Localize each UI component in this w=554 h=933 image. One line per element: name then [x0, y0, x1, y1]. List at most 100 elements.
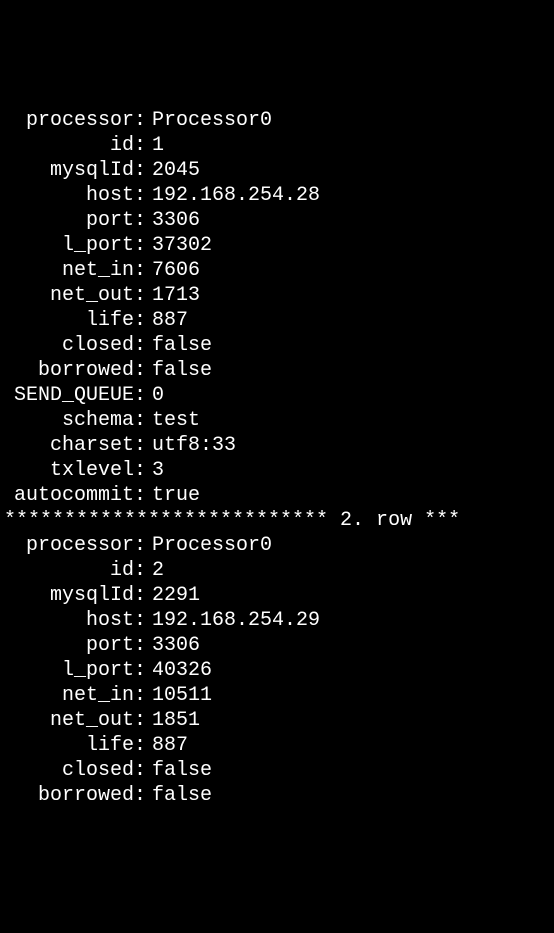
field-value: false	[146, 358, 212, 383]
field-value: 3	[146, 458, 164, 483]
field-value: false	[146, 783, 212, 808]
field-line: host:192.168.254.29	[4, 608, 554, 633]
field-value: true	[146, 483, 200, 508]
field-line: schema:test	[4, 408, 554, 433]
field-label: processor	[4, 533, 134, 558]
field-value: 1851	[146, 708, 200, 733]
field-label: net_in	[4, 683, 134, 708]
field-value: false	[146, 758, 212, 783]
field-label: schema	[4, 408, 134, 433]
colon-separator: :	[134, 608, 146, 633]
field-label: mysqlId	[4, 583, 134, 608]
field-value: 1	[146, 133, 164, 158]
field-label: host	[4, 608, 134, 633]
field-line: life:887	[4, 733, 554, 758]
field-value: 192.168.254.28	[146, 183, 320, 208]
field-value: 7606	[146, 258, 200, 283]
colon-separator: :	[134, 208, 146, 233]
field-line: closed:false	[4, 758, 554, 783]
field-value: utf8:33	[146, 433, 236, 458]
field-line: host:192.168.254.28	[4, 183, 554, 208]
colon-separator: :	[134, 733, 146, 758]
field-line: mysqlId:2045	[4, 158, 554, 183]
colon-separator: :	[134, 408, 146, 433]
field-label: port	[4, 208, 134, 233]
field-line: life:887	[4, 308, 554, 333]
field-label: net_out	[4, 708, 134, 733]
field-line: processor:Processor0	[4, 533, 554, 558]
colon-separator: :	[134, 583, 146, 608]
field-value: false	[146, 333, 212, 358]
field-value: 40326	[146, 658, 212, 683]
field-label: id	[4, 558, 134, 583]
field-label: host	[4, 183, 134, 208]
field-value: test	[146, 408, 200, 433]
field-label: autocommit	[4, 483, 134, 508]
field-label: life	[4, 733, 134, 758]
colon-separator: :	[134, 283, 146, 308]
colon-separator: :	[134, 708, 146, 733]
row-separator: *************************** 2. row ***	[4, 508, 554, 533]
colon-separator: :	[134, 533, 146, 558]
field-line: l_port:37302	[4, 233, 554, 258]
field-label: processor	[4, 108, 134, 133]
colon-separator: :	[134, 758, 146, 783]
field-label: l_port	[4, 233, 134, 258]
colon-separator: :	[134, 433, 146, 458]
colon-separator: :	[134, 333, 146, 358]
field-line: charset:utf8:33	[4, 433, 554, 458]
field-line: net_in:10511	[4, 683, 554, 708]
colon-separator: :	[134, 233, 146, 258]
field-line: net_out:1713	[4, 283, 554, 308]
field-value: Processor0	[146, 533, 272, 558]
colon-separator: :	[134, 183, 146, 208]
field-line: borrowed:false	[4, 783, 554, 808]
field-value: 37302	[146, 233, 212, 258]
colon-separator: :	[134, 308, 146, 333]
colon-separator: :	[134, 658, 146, 683]
field-line: port:3306	[4, 208, 554, 233]
colon-separator: :	[134, 558, 146, 583]
field-value: Processor0	[146, 108, 272, 133]
field-label: closed	[4, 333, 134, 358]
field-value: 2045	[146, 158, 200, 183]
colon-separator: :	[134, 483, 146, 508]
field-label: SEND_QUEUE	[4, 383, 134, 408]
field-value: 3306	[146, 208, 200, 233]
field-label: id	[4, 133, 134, 158]
field-label: borrowed	[4, 783, 134, 808]
field-label: mysqlId	[4, 158, 134, 183]
colon-separator: :	[134, 683, 146, 708]
colon-separator: :	[134, 258, 146, 283]
field-value: 2	[146, 558, 164, 583]
colon-separator: :	[134, 158, 146, 183]
terminal-output: processor:Processor0id:1mysqlId:2045host…	[4, 108, 554, 808]
colon-separator: :	[134, 458, 146, 483]
field-value: 10511	[146, 683, 212, 708]
field-label: txlevel	[4, 458, 134, 483]
colon-separator: :	[134, 783, 146, 808]
field-line: port:3306	[4, 633, 554, 658]
field-value: 0	[146, 383, 164, 408]
field-label: net_in	[4, 258, 134, 283]
field-line: SEND_QUEUE:0	[4, 383, 554, 408]
field-line: net_in:7606	[4, 258, 554, 283]
field-value: 3306	[146, 633, 200, 658]
field-label: closed	[4, 758, 134, 783]
field-line: l_port:40326	[4, 658, 554, 683]
field-value: 887	[146, 308, 188, 333]
field-line: processor:Processor0	[4, 108, 554, 133]
colon-separator: :	[134, 383, 146, 408]
field-line: net_out:1851	[4, 708, 554, 733]
field-label: life	[4, 308, 134, 333]
field-label: borrowed	[4, 358, 134, 383]
colon-separator: :	[134, 633, 146, 658]
field-line: id:1	[4, 133, 554, 158]
colon-separator: :	[134, 108, 146, 133]
field-line: autocommit:true	[4, 483, 554, 508]
field-value: 1713	[146, 283, 200, 308]
field-label: l_port	[4, 658, 134, 683]
colon-separator: :	[134, 358, 146, 383]
field-label: net_out	[4, 283, 134, 308]
field-line: mysqlId:2291	[4, 583, 554, 608]
